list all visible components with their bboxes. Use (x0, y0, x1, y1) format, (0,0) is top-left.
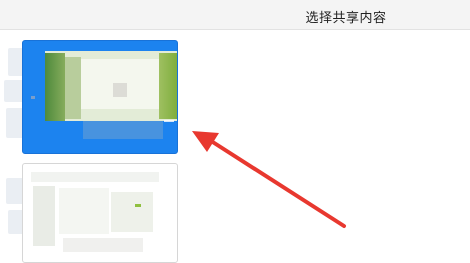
red-arrow-icon (192, 131, 346, 228)
arrow-shaft (206, 137, 346, 228)
